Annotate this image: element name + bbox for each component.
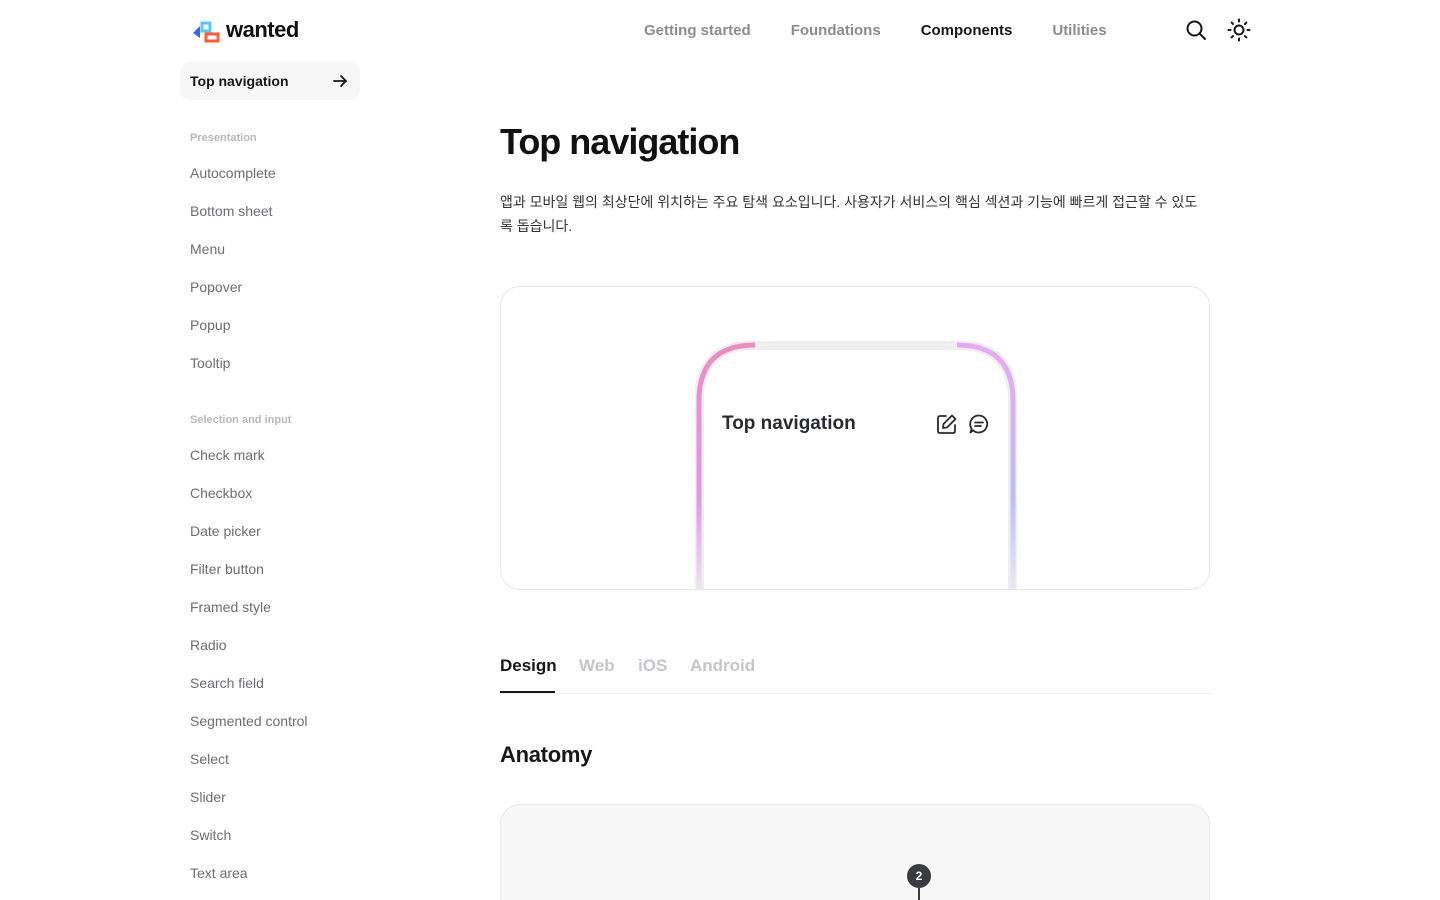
section-label-selection-and-input: Selection and input [190,414,292,426]
sidebar-item-checkbox[interactable]: Checkbox [190,484,252,502]
tab-ios[interactable]: iOS [638,654,667,678]
page-description: 앱과 모바일 웹의 최상단에 위치하는 주요 탐색 요소입니다. 사용자가 서비… [500,194,1198,234]
current-page-label: Top navigation [190,73,289,89]
site-header: wanted Getting started Foundations Compo… [0,0,1440,62]
sidebar-item-search-field[interactable]: Search field [190,674,264,692]
sidebar-item-switch[interactable]: Switch [190,826,231,844]
anatomy-heading: Anatomy [500,742,593,767]
sidebar-item-tooltip[interactable]: Tooltip [190,354,230,372]
sidebar-item-segmented-control[interactable]: Segmented control [190,712,308,730]
sidebar-item-text-area[interactable]: Text area [190,864,248,882]
search-icon[interactable] [1184,18,1208,42]
tab-android[interactable]: Android [690,654,755,678]
section-label-presentation: Presentation [190,132,257,144]
tab-design[interactable]: Design [500,654,557,678]
nav-getting-started[interactable]: Getting started [644,21,751,41]
nav-utilities[interactable]: Utilities [1052,21,1106,41]
logo-text: wanted [226,17,299,42]
tab-web[interactable]: Web [579,654,615,678]
nav-foundations[interactable]: Foundations [791,21,881,41]
current-page-button[interactable]: Top navigation [180,62,360,100]
sidebar-item-select[interactable]: Select [190,750,229,768]
component-preview: Top navigation [500,286,1210,590]
wanted-logo[interactable]: wanted [190,17,299,43]
sidebar-item-menu[interactable]: Menu [190,240,225,258]
anatomy-card: 2 [500,804,1210,900]
wanted-logo-mark [193,21,220,43]
preview-nav-title: Top navigation [722,413,856,434]
sidebar-item-bottom-sheet[interactable]: Bottom sheet [190,202,273,220]
nav-components[interactable]: Components [921,21,1013,41]
sun-icon[interactable] [1227,18,1251,42]
sidebar-item-popup[interactable]: Popup [190,316,230,334]
sidebar-item-check-mark[interactable]: Check mark [190,446,265,464]
anatomy-marker-line [918,888,920,900]
phone-frame-illustration [695,341,1017,589]
sidebar-item-date-picker[interactable]: Date picker [190,522,261,540]
active-tab-indicator [500,691,555,693]
chat-icon [969,414,989,434]
sidebar-item-popover[interactable]: Popover [190,278,242,296]
sidebar-item-filter-button[interactable]: Filter button [190,560,264,578]
sidebar-item-autocomplete[interactable]: Autocomplete [190,164,276,182]
sidebar-item-slider[interactable]: Slider [190,788,226,806]
platform-tabs: Design Web iOS Android [500,654,1212,694]
top-nav: Getting started Foundations Components U… [644,21,1147,41]
page-title: Top navigation [500,121,740,162]
sidebar-item-radio[interactable]: Radio [190,636,227,654]
arrow-right-icon [333,75,347,87]
sidebar-item-framed-style[interactable]: Framed style [190,598,271,616]
anatomy-marker: 2 [907,864,931,888]
edit-icon [937,414,957,434]
